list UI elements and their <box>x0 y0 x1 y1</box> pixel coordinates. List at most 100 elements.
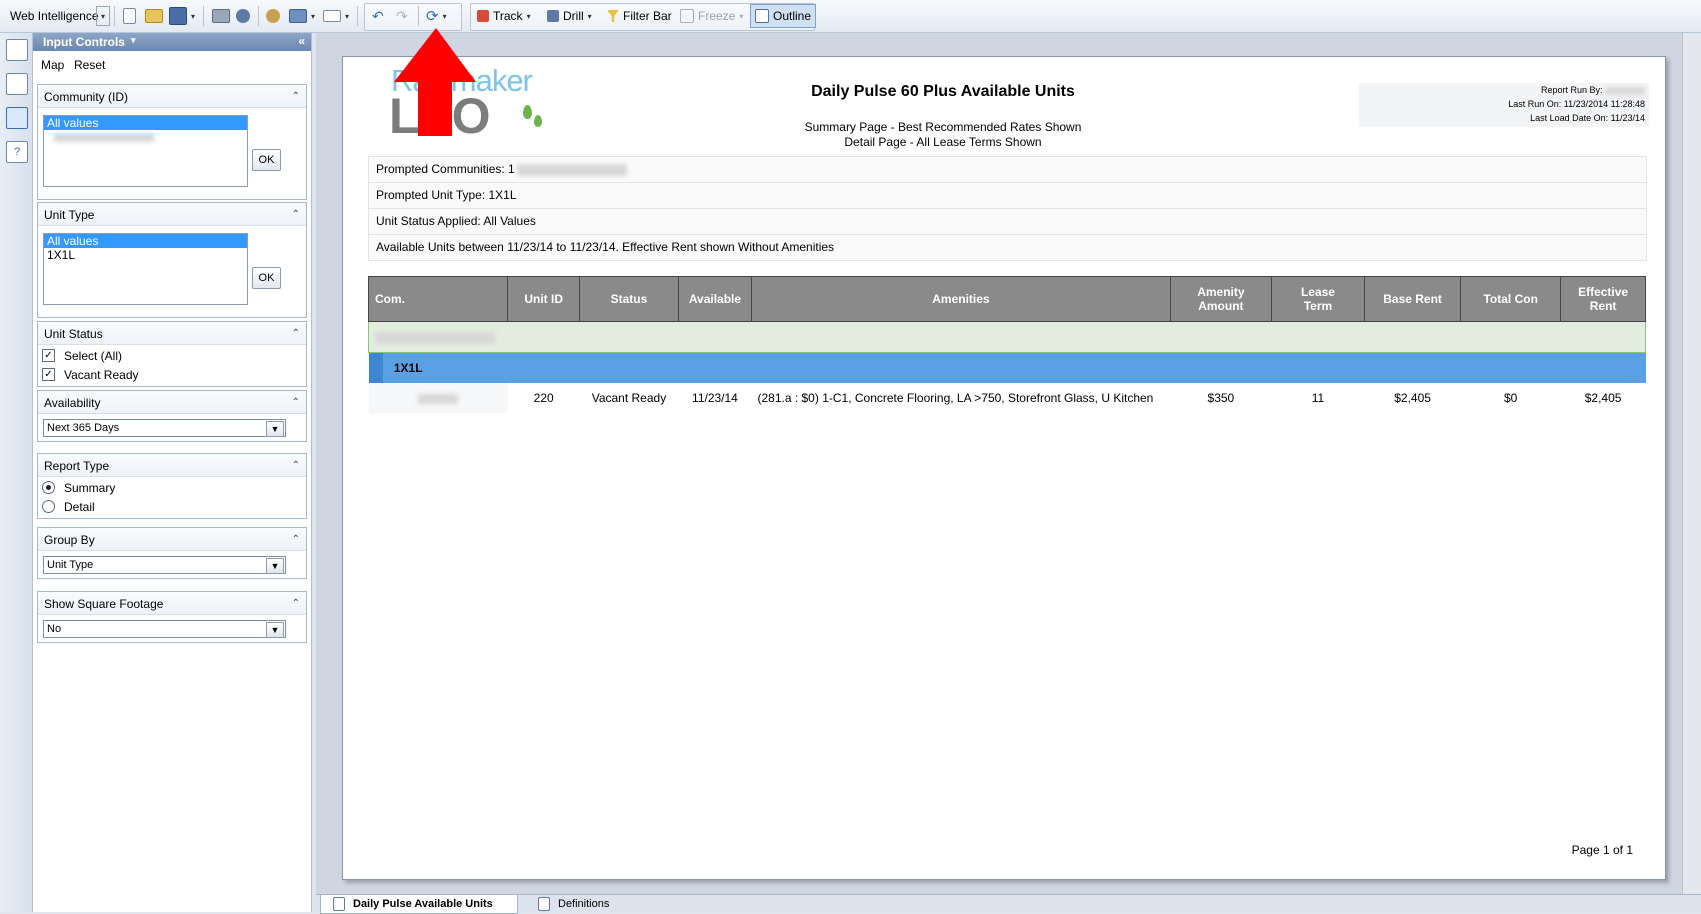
available-cell: 11/23/14 <box>692 391 738 405</box>
map-link[interactable]: Map <box>41 58 64 72</box>
column-header[interactable]: Amenities <box>750 276 1171 322</box>
app-menu[interactable]: Web Intelligence <box>10 5 99 27</box>
select-all-checkbox[interactable]: ✓ <box>42 349 55 362</box>
collapse-icon[interactable]: ⌃ <box>292 391 300 415</box>
chevron-down-icon[interactable]: ▼ <box>266 558 284 574</box>
report-tab-icon <box>538 897 550 911</box>
vacant-ready-checkbox[interactable]: ✓ <box>42 368 55 381</box>
collapse-icon[interactable]: ⌃ <box>292 203 300 227</box>
community-control: Community (ID) ⌃ All values OK <box>37 84 307 200</box>
send-email-icon[interactable]: ▾ <box>323 5 349 27</box>
table-row: 220 Vacant Ready 11/23/14 (281.a : $0) 1… <box>368 383 1646 413</box>
vertical-scrollbar[interactable] <box>1682 33 1701 894</box>
prompt-communities-row: Prompted Communities: 1 <box>368 156 1647 183</box>
unit-status-label: Unit Status <box>44 327 103 341</box>
community-ok-button[interactable]: OK <box>252 149 281 171</box>
unit-type-group-row: 1X1L <box>368 352 1646 383</box>
list-item-redacted[interactable] <box>44 130 247 144</box>
summary-radio[interactable] <box>42 481 55 494</box>
collapse-icon[interactable]: ⌃ <box>292 592 300 616</box>
outline-label: Outline <box>773 9 812 23</box>
collapse-icon[interactable]: ⌃ <box>292 528 300 552</box>
community-group-row <box>368 321 1646 353</box>
new-document-icon[interactable] <box>123 5 136 27</box>
annotation-arrow-icon <box>394 28 476 136</box>
com-cell <box>368 383 508 413</box>
column-header[interactable]: Total Con <box>1460 276 1562 322</box>
open-folder-icon[interactable] <box>145 5 163 27</box>
column-header[interactable]: Status <box>579 276 679 322</box>
column-header[interactable]: Base Rent <box>1363 276 1462 322</box>
tab-daily-pulse[interactable]: Daily Pulse Available Units <box>320 895 518 914</box>
detail-radio[interactable] <box>42 500 55 513</box>
track-button[interactable]: Track ▾ <box>477 5 531 27</box>
navigation-map-icon[interactable] <box>6 73 28 95</box>
report-title: Daily Pulse 60 Plus Available Units <box>811 83 1075 100</box>
column-header[interactable]: Effective Rent <box>1560 276 1646 322</box>
logo-drop-icon <box>523 105 532 119</box>
prompt-unit-type-row: Prompted Unit Type: 1X1L <box>368 182 1647 209</box>
unit-status-control: Unit Status ⌃ ✓ Select (All) ✓ Vacant Rea… <box>37 321 307 387</box>
list-item[interactable]: All values <box>44 234 247 248</box>
drill-button[interactable]: Drill ▾ <box>547 5 592 27</box>
unit-type-label: Unit Type <box>44 208 95 222</box>
find-icon[interactable] <box>236 5 250 27</box>
unit-type-list[interactable]: All values 1X1L <box>43 233 248 305</box>
redo-icon[interactable]: ↷ <box>396 5 408 27</box>
freeze-button[interactable]: Freeze ▾ <box>680 5 743 27</box>
group-by-select[interactable]: Unit Type ▼ <box>43 556 286 574</box>
column-header[interactable]: Available <box>677 276 752 322</box>
save-icon[interactable]: ▾ <box>169 5 195 27</box>
document-structure-icon[interactable] <box>6 39 28 61</box>
collapse-icon[interactable]: ⌃ <box>292 454 300 478</box>
column-header[interactable]: Amenity Amount <box>1169 276 1272 322</box>
undo-icon[interactable]: ↶ <box>372 5 384 27</box>
unit-type-ok-button[interactable]: OK <box>252 267 281 289</box>
collapse-icon[interactable]: ⌃ <box>292 85 300 109</box>
column-header[interactable]: Lease Term <box>1270 276 1366 322</box>
show-sqft-select[interactable]: No ▼ <box>43 620 286 638</box>
run-by-label: Report Run By: <box>1540 85 1603 95</box>
vacant-ready-label: Vacant Ready <box>64 368 139 382</box>
outline-button[interactable]: Outline <box>750 4 817 28</box>
reset-link[interactable]: Reset <box>74 58 105 72</box>
show-sqft-control: Show Square Footage ⌃ No ▼ <box>37 591 307 643</box>
refresh-icon[interactable]: ⟳ ▾ <box>426 5 447 27</box>
total-con-cell: $0 <box>1504 391 1518 405</box>
app-menu-dropdown[interactable]: ▾ <box>96 6 110 26</box>
column-header[interactable]: Com. <box>367 276 509 322</box>
chevron-down-icon[interactable]: ▼ <box>266 622 284 638</box>
summary-label: Summary <box>64 481 116 495</box>
tab-definitions[interactable]: Definitions <box>532 895 652 913</box>
list-item[interactable]: 1X1L <box>44 248 247 262</box>
track-changes-icon[interactable] <box>266 5 280 27</box>
filter-bar-button[interactable]: Filter Bar <box>607 5 672 27</box>
availability-select[interactable]: Next 365 Days ▼ <box>43 419 286 437</box>
unit-type-control: Unit Type ⌃ All values 1X1L OK <box>37 202 307 318</box>
show-sqft-value: No <box>47 623 62 635</box>
last-run-text: Last Run On: 11/23/2014 11:28:48 <box>1508 99 1645 109</box>
collapse-panel-icon[interactable]: « <box>298 34 305 48</box>
chevron-down-icon[interactable]: ▼ <box>266 421 284 437</box>
panel-menu-icon[interactable]: ▾ <box>131 35 136 46</box>
main-toolbar: Web Intelligence ▾ ▾ ▾ ▾ ↶ ↷ ⟳ ▾ Track ▾ D… <box>0 0 1701 33</box>
input-controls-icon[interactable] <box>6 107 28 129</box>
side-navigation-strip: ? <box>0 33 33 912</box>
print-icon[interactable] <box>212 5 230 27</box>
available-units-text: Available Units between 11/23/14 to 11/2… <box>376 240 835 254</box>
prompt-communities-text: Prompted Communities: 1 <box>376 162 515 176</box>
base-rent-cell: $2,405 <box>1394 391 1431 405</box>
detail-label: Detail <box>64 500 95 514</box>
lease-term-cell: 11 <box>1311 391 1325 405</box>
group-by-label: Group By <box>44 533 95 547</box>
report-subtitle-2: Detail Page - All Lease Terms Shown <box>844 135 1042 149</box>
drill-label: Drill <box>563 9 584 23</box>
status-cell: Vacant Ready <box>591 391 667 405</box>
export-icon[interactable]: ▾ <box>289 5 315 27</box>
availability-label: Availability <box>44 396 101 410</box>
help-icon[interactable]: ? <box>6 141 28 163</box>
community-list[interactable]: All values <box>43 115 248 187</box>
collapse-icon[interactable]: ⌃ <box>292 322 300 346</box>
list-item[interactable]: All values <box>44 116 247 130</box>
column-header[interactable]: Unit ID <box>507 276 580 322</box>
